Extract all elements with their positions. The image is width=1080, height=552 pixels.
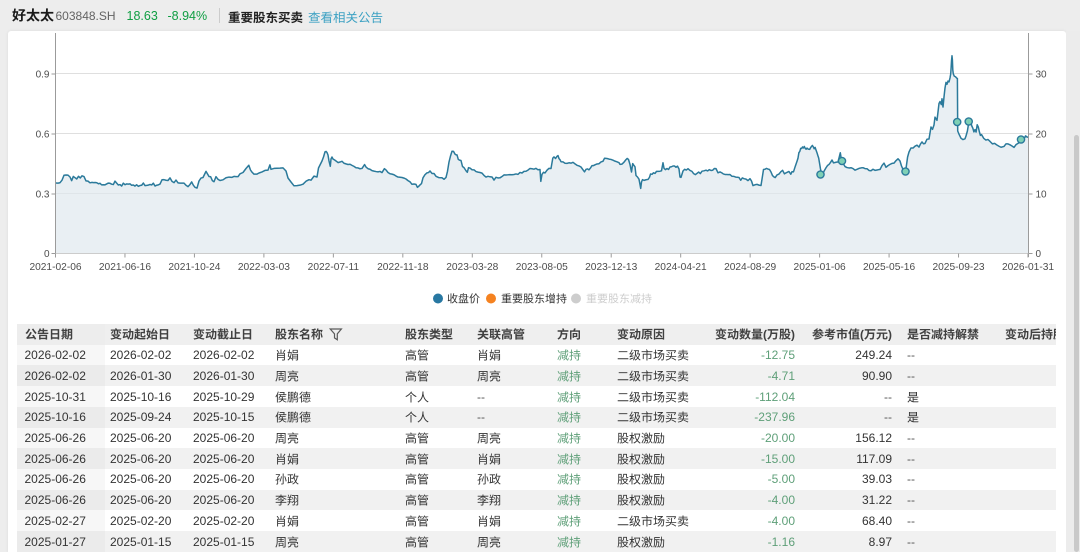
svg-text:0: 0 bbox=[44, 249, 50, 260]
svg-text:0.9: 0.9 bbox=[36, 70, 50, 81]
svg-text:2025-05-16: 2025-05-16 bbox=[863, 262, 915, 273]
svg-text:10: 10 bbox=[1036, 190, 1048, 201]
svg-text:2023-08-05: 2023-08-05 bbox=[516, 262, 568, 273]
svg-text:30: 30 bbox=[1036, 70, 1048, 81]
svg-text:2023-12-13: 2023-12-13 bbox=[585, 262, 637, 273]
svg-text:2023-03-28: 2023-03-28 bbox=[446, 262, 498, 273]
svg-text:2026-01-31: 2026-01-31 bbox=[1002, 262, 1054, 273]
svg-text:0.6: 0.6 bbox=[36, 130, 50, 141]
svg-text:2021-10-24: 2021-10-24 bbox=[168, 262, 220, 273]
svg-text:2025-09-23: 2025-09-23 bbox=[932, 262, 984, 273]
svg-text:2024-04-21: 2024-04-21 bbox=[655, 262, 707, 273]
svg-text:2021-06-16: 2021-06-16 bbox=[99, 262, 151, 273]
svg-text:2022-07-11: 2022-07-11 bbox=[308, 262, 360, 273]
svg-text:0: 0 bbox=[1036, 249, 1042, 260]
svg-text:2024-08-29: 2024-08-29 bbox=[724, 262, 776, 273]
svg-text:2022-11-18: 2022-11-18 bbox=[377, 262, 429, 273]
svg-text:0.3: 0.3 bbox=[36, 190, 50, 201]
svg-text:2022-03-03: 2022-03-03 bbox=[238, 262, 290, 273]
svg-text:2025-01-06: 2025-01-06 bbox=[794, 262, 846, 273]
svg-text:2021-02-06: 2021-02-06 bbox=[29, 262, 81, 273]
svg-text:20: 20 bbox=[1036, 130, 1048, 141]
